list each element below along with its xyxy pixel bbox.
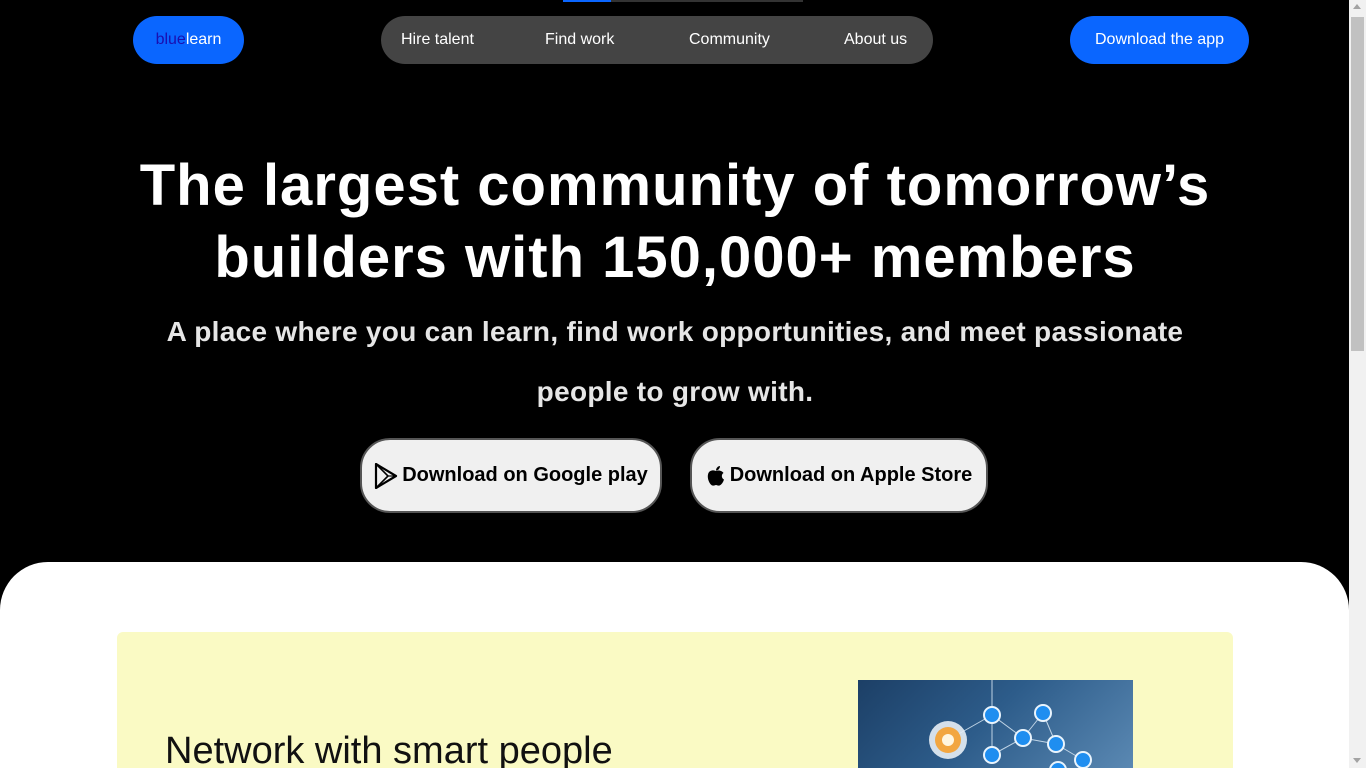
scroll-down-icon[interactable]	[1353, 758, 1361, 763]
nav-hire-talent[interactable]: Hire talent	[401, 16, 474, 64]
hero-subtitle: A place where you can learn, find work o…	[100, 302, 1250, 422]
nav-community[interactable]: Community	[689, 16, 770, 64]
apple-store-label: Download on Apple Store	[729, 464, 973, 486]
nav-find-work[interactable]: Find work	[545, 16, 614, 64]
feature-card-title: Network with smart people	[165, 730, 613, 768]
main-nav: Hire talent Find work Community About us	[381, 16, 933, 64]
download-app-button[interactable]: Download the app	[1070, 16, 1249, 64]
page-scrollbar[interactable]	[1349, 0, 1366, 768]
scrollbar-thumb[interactable]	[1351, 17, 1364, 351]
google-play-button[interactable]: Download on Google play	[360, 438, 662, 513]
scroll-up-icon[interactable]	[1353, 4, 1361, 9]
apple-store-button[interactable]: Download on Apple Store	[690, 438, 988, 513]
top-progress-indicator	[563, 0, 803, 2]
apple-icon	[706, 465, 726, 487]
logo-learn: learn	[185, 31, 222, 48]
hero-title-line2: builders with 150,000+ members	[214, 225, 1136, 290]
play-store-icon	[374, 462, 398, 489]
logo-blue: blue	[155, 31, 186, 48]
hero-title-line1: The largest community of tomorrow’s	[139, 153, 1211, 218]
top-progress-segment	[563, 0, 611, 2]
bluelearn-logo[interactable]: blue learn	[133, 16, 244, 64]
nav-about-us[interactable]: About us	[844, 16, 907, 64]
google-play-label: Download on Google play	[402, 464, 648, 486]
network-illustration	[858, 680, 1133, 768]
hero-subtitle-line1: A place where you can learn, find work o…	[166, 316, 1184, 347]
hero-subtitle-line2: people to grow with.	[536, 376, 814, 407]
hero-title: The largest community of tomorrow’s buil…	[100, 150, 1250, 294]
